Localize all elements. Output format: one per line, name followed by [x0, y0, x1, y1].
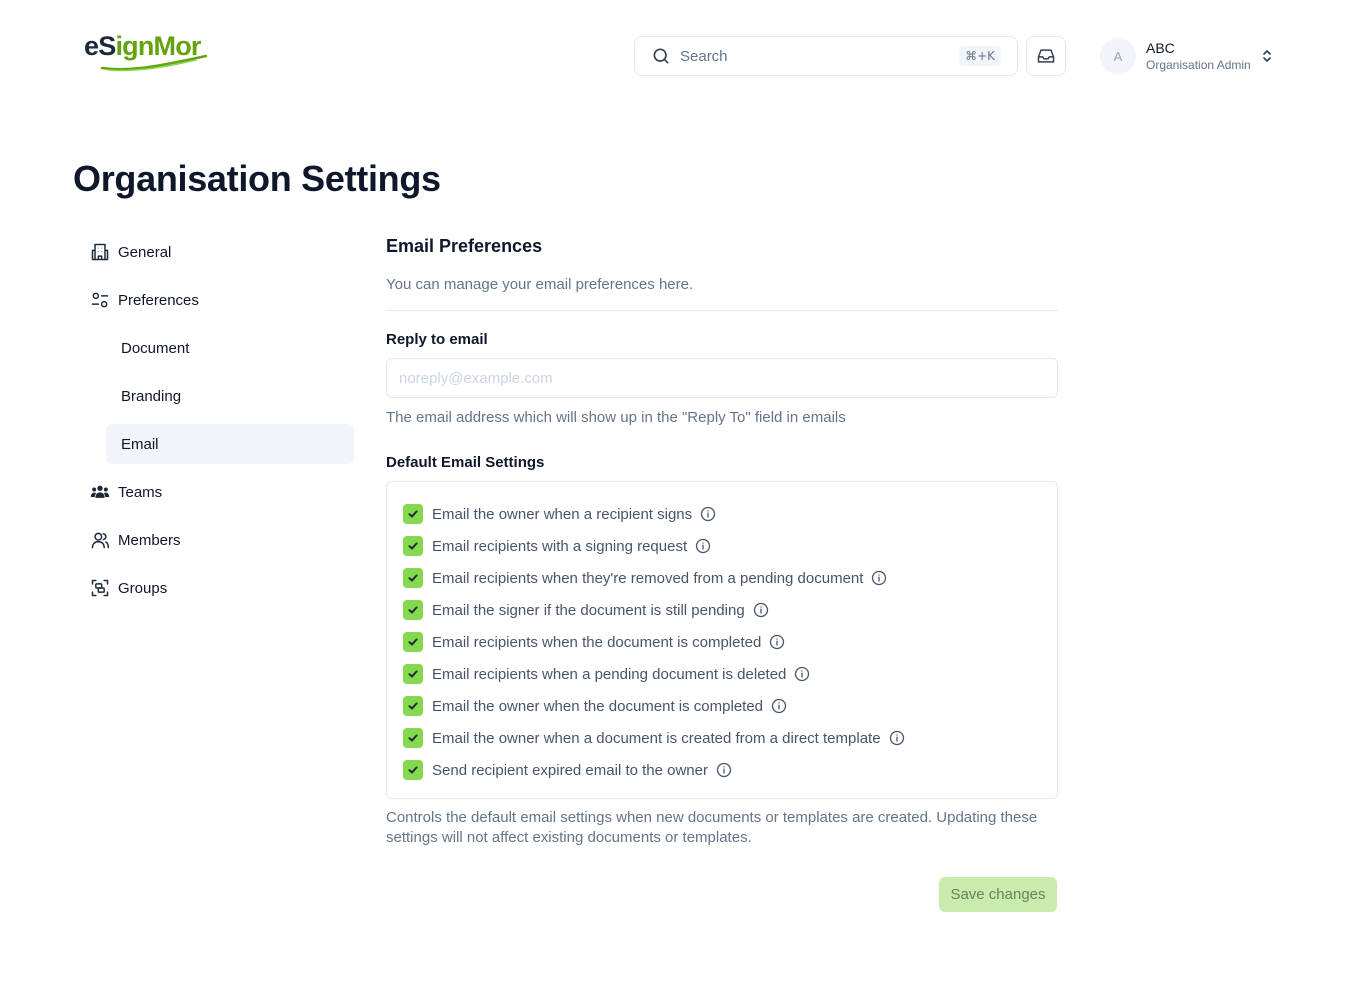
setting-label[interactable]: Email recipients when they're removed fr…: [432, 570, 863, 587]
user-role: Organisation Admin: [1146, 58, 1251, 72]
logo[interactable]: eSignMor: [84, 28, 210, 76]
setting-label[interactable]: Email the owner when the document is com…: [432, 698, 763, 715]
page-title: Organisation Settings: [73, 158, 441, 199]
checkbox[interactable]: [403, 664, 423, 684]
check-icon: [408, 734, 418, 742]
info-icon[interactable]: [695, 538, 711, 554]
checkbox[interactable]: [403, 504, 423, 524]
inbox-button[interactable]: [1026, 36, 1066, 76]
users-icon: [90, 482, 110, 502]
reply-to-helper: The email address which will show up in …: [386, 409, 846, 426]
search-bar[interactable]: Search ⌘+K: [634, 36, 1018, 76]
info-icon[interactable]: [753, 602, 769, 618]
sidebar-item-label: Email: [121, 435, 159, 453]
sidebar-item-preferences[interactable]: Preferences: [90, 280, 354, 320]
default-email-settings-label: Default Email Settings: [386, 454, 545, 471]
inbox-icon: [1037, 49, 1055, 63]
divider: [386, 310, 1058, 311]
setting-row: Email recipients when the document is co…: [403, 626, 1041, 658]
user-name: ABC: [1146, 40, 1175, 56]
info-icon[interactable]: [794, 666, 810, 682]
email-preferences-panel: Email Preferences You can manage your em…: [386, 232, 1058, 848]
sidebar-item-groups[interactable]: Groups: [90, 568, 354, 608]
setting-row: Send recipient expired email to the owne…: [403, 754, 1041, 786]
checkbox[interactable]: [403, 760, 423, 780]
setting-label[interactable]: Email recipients when a pending document…: [432, 666, 786, 683]
sidebar-item-label: Groups: [118, 579, 168, 597]
info-icon[interactable]: [771, 698, 787, 714]
save-changes-button[interactable]: Save changes: [939, 877, 1057, 912]
check-icon: [408, 766, 418, 774]
checkbox[interactable]: [403, 568, 423, 588]
setting-row: Email the signer if the document is stil…: [403, 594, 1041, 626]
search-icon: [651, 46, 671, 66]
search-label: Search: [680, 47, 728, 65]
info-icon[interactable]: [889, 730, 905, 746]
checkbox[interactable]: [403, 696, 423, 716]
section-title: Email Preferences: [386, 236, 543, 256]
settings-sidebar: General Preferences Document Branding Em…: [90, 232, 354, 616]
checkbox[interactable]: [403, 728, 423, 748]
reply-to-label: Reply to email: [386, 331, 488, 348]
sidebar-item-teams[interactable]: Teams: [90, 472, 354, 512]
sidebar-item-email[interactable]: Email: [106, 424, 354, 464]
setting-row: Email the owner when a document is creat…: [403, 722, 1041, 754]
reply-to-email-input[interactable]: [386, 358, 1058, 398]
sidebar-item-label: Preferences: [118, 291, 199, 309]
checkbox[interactable]: [403, 600, 423, 620]
user-info: ABC Organisation Admin: [1146, 39, 1251, 73]
setting-label[interactable]: Email recipients when the document is co…: [432, 634, 761, 651]
setting-row: Email recipients when a pending document…: [403, 658, 1041, 690]
sidebar-item-branding[interactable]: Branding: [90, 376, 354, 416]
sidebar-item-general[interactable]: General: [90, 232, 354, 272]
info-icon[interactable]: [716, 762, 732, 778]
sidebar-item-label: Document: [121, 339, 190, 357]
checkbox[interactable]: [403, 632, 423, 652]
check-icon: [408, 702, 418, 710]
user-icon: [90, 530, 110, 550]
sidebar-item-members[interactable]: Members: [90, 520, 354, 560]
sidebar-item-label: General: [118, 243, 172, 261]
sidebar-item-label: Teams: [118, 483, 163, 501]
setting-row: Email recipients with a signing request: [403, 530, 1041, 562]
setting-label[interactable]: Email recipients with a signing request: [432, 538, 687, 555]
default-email-settings-list: Email the owner when a recipient signs E…: [386, 481, 1058, 799]
info-icon[interactable]: [700, 506, 716, 522]
sidebar-item-document[interactable]: Document: [90, 328, 354, 368]
avatar: A: [1100, 38, 1136, 74]
setting-label[interactable]: Email the signer if the document is stil…: [432, 602, 745, 619]
building-icon: [90, 242, 110, 262]
group-icon: [90, 578, 110, 598]
settings-2-icon: [90, 290, 110, 310]
info-icon[interactable]: [871, 570, 887, 586]
user-menu[interactable]: A ABC Organisation Admin: [1100, 38, 1273, 74]
check-icon: [408, 510, 418, 518]
chevrons-up-down-icon: [1261, 48, 1273, 64]
check-icon: [408, 542, 418, 550]
search-shortcut: ⌘+K: [959, 46, 1001, 66]
default-settings-helper: Controls the default email settings when…: [386, 809, 1038, 846]
setting-row: Email the owner when the document is com…: [403, 690, 1041, 722]
info-icon[interactable]: [769, 634, 785, 650]
check-icon: [408, 606, 418, 614]
setting-row: Email recipients when they're removed fr…: [403, 562, 1041, 594]
logo-swoosh: [100, 54, 208, 72]
setting-label[interactable]: Email the owner when a recipient signs: [432, 506, 692, 523]
check-icon: [408, 670, 418, 678]
sidebar-item-label: Members: [118, 531, 181, 549]
setting-row: Email the owner when a recipient signs: [403, 498, 1041, 530]
setting-label[interactable]: Email the owner when a document is creat…: [432, 730, 881, 747]
check-icon: [408, 638, 418, 646]
section-description: You can manage your email preferences he…: [386, 276, 694, 293]
sidebar-item-label: Branding: [121, 387, 182, 405]
check-icon: [408, 574, 418, 582]
checkbox[interactable]: [403, 536, 423, 556]
setting-label[interactable]: Send recipient expired email to the owne…: [432, 762, 708, 779]
